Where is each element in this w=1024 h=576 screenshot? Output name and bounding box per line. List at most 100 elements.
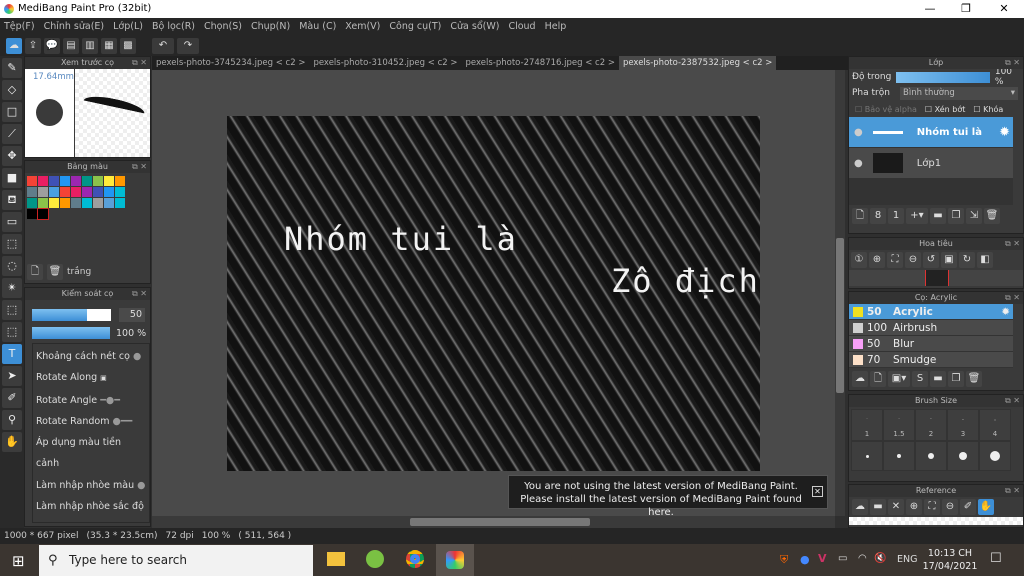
zoom-out-icon[interactable]: ⊖	[942, 499, 958, 515]
eyedropper-tool-icon[interactable]: ⚲	[2, 410, 22, 430]
visibility-icon[interactable]: ●	[854, 158, 863, 169]
search-input[interactable]: ⚲ Type here to search	[39, 545, 313, 576]
new-folder-icon[interactable]: ▬	[930, 208, 946, 224]
brush-size-cell[interactable]	[883, 441, 915, 471]
color-swatch[interactable]	[27, 187, 37, 197]
brush-item[interactable]: 50 Acrylic ✹	[849, 304, 1013, 320]
color-swatch[interactable]	[38, 187, 48, 197]
color-swatch[interactable]	[71, 198, 81, 208]
canvas-text-2[interactable]: Zô địch	[611, 262, 760, 300]
color-swatch[interactable]	[71, 176, 81, 186]
canvas-text-1[interactable]: Nhóm tui là	[284, 220, 518, 258]
color-swatch[interactable]	[38, 198, 48, 208]
visibility-icon[interactable]: ●	[854, 127, 863, 138]
delete-layer-icon[interactable]: 🗑	[984, 208, 1000, 224]
menu-tools[interactable]: Công cụ(T)	[389, 18, 441, 36]
history-icon[interactable]: ▦	[101, 38, 117, 54]
grid-settings-icon[interactable]: ▩	[120, 38, 136, 54]
menu-edit[interactable]: Chỉnh sửa(E)	[44, 18, 105, 36]
zoom-in-icon[interactable]: ⊕	[906, 499, 922, 515]
panel-close-icon[interactable]: ⧉ ✕	[1005, 485, 1020, 497]
option-blur-hue[interactable]: Làm nhập nhòe sắc độ	[36, 496, 146, 517]
rotate-right-icon[interactable]: ↻	[959, 252, 975, 268]
fit-icon[interactable]: ⛶	[924, 499, 940, 515]
zalo-icon[interactable]: ●	[800, 553, 810, 566]
panel-close-icon[interactable]: ⧉ ✕	[132, 57, 147, 69]
color-swatch[interactable]	[115, 176, 125, 186]
layer-row-group[interactable]: ● Nhóm tui là ✹	[849, 117, 1013, 148]
color-swatch[interactable]	[60, 176, 70, 186]
brush-size-cell[interactable]: · 2	[915, 409, 947, 441]
hand-icon[interactable]: ✋	[978, 499, 994, 515]
fit-icon[interactable]: ⛶	[887, 252, 903, 268]
brush-size-cell[interactable]: · 1.5	[883, 409, 915, 441]
color-swatch[interactable]	[93, 176, 103, 186]
option-rotate-random[interactable]: Rotate Random ●━━	[36, 411, 146, 432]
close-button[interactable]: ✕	[986, 0, 1022, 18]
add-layer-menu-icon[interactable]: +▾	[906, 208, 928, 224]
blend-mode-select[interactable]: Bình thường ▾	[900, 86, 1018, 100]
undo-icon[interactable]: ↶	[152, 38, 174, 54]
brush-size-slider[interactable]	[32, 309, 111, 321]
shield-icon[interactable]: ⛨	[780, 553, 788, 567]
color-swatch[interactable]	[27, 198, 37, 208]
comment-icon[interactable]: 💬	[44, 38, 60, 54]
mute-icon[interactable]: 🔇	[874, 553, 886, 564]
select-eraser-tool-icon[interactable]: ⬚	[2, 322, 22, 342]
duplicate-brush-icon[interactable]: ❐	[948, 371, 964, 387]
brush-size-cell[interactable]	[947, 441, 979, 471]
brush-tool-icon[interactable]: ✎	[2, 58, 22, 78]
brush-size-cell[interactable]	[915, 441, 947, 471]
rectangle-tool-icon[interactable]: □	[2, 102, 22, 122]
select-pen-tool-icon[interactable]: ⬚	[2, 300, 22, 320]
zoom-out-icon[interactable]: ⊖	[905, 252, 921, 268]
brush-size-cell[interactable]	[851, 441, 883, 471]
eraser-tool-icon[interactable]: ◇	[2, 80, 22, 100]
color-swatch[interactable]	[27, 176, 37, 186]
lasso-tool-icon[interactable]: ◌	[2, 256, 22, 276]
new-1bit-layer-icon[interactable]: 1	[888, 208, 904, 224]
message-icon[interactable]: ▤	[63, 38, 79, 54]
color-swatch[interactable]	[115, 187, 125, 197]
clock[interactable]: 10:13 CH 17/04/2021	[922, 547, 978, 573]
panel-close-icon[interactable]: ⧉ ✕	[1005, 292, 1020, 304]
close-reference-icon[interactable]: ✕	[888, 499, 904, 515]
notice-close-button[interactable]: ✕	[812, 486, 823, 497]
tab-document-4[interactable]: pexels-photo-2387532.jpeg < c2 >	[618, 56, 777, 70]
color-swatch[interactable]	[93, 187, 103, 197]
new-8bit-layer-icon[interactable]: 8	[870, 208, 886, 224]
new-palette-color-icon[interactable]: 🗋	[27, 264, 43, 280]
fill-rect-tool-icon[interactable]: ■	[2, 168, 22, 188]
tab-document-2[interactable]: pexels-photo-310452.jpeg < c2 >	[309, 56, 461, 70]
brush-item[interactable]: 100 Airbrush	[849, 320, 1013, 336]
maximize-button[interactable]: ❐	[948, 0, 984, 18]
panel-close-icon[interactable]: ⧉ ✕	[1005, 57, 1020, 69]
option-rotate-along[interactable]: Rotate Along ▣	[36, 367, 146, 389]
hand-tool-icon[interactable]: ✋	[2, 432, 22, 452]
minimize-button[interactable]: —	[912, 0, 948, 18]
delete-color-icon[interactable]: 🗑	[47, 264, 63, 280]
reset-view-icon[interactable]: ▣	[941, 252, 957, 268]
share-icon[interactable]: ⇪	[25, 38, 41, 54]
wifi-icon[interactable]: ◠	[858, 553, 867, 564]
lock-checkbox[interactable]: ☐ Khóa	[973, 105, 1003, 114]
panel-close-icon[interactable]: ⧉ ✕	[1005, 238, 1020, 250]
menu-cloud[interactable]: Cloud	[508, 18, 535, 36]
layer-row-layer1[interactable]: ● Lớp1	[849, 148, 1013, 179]
panel-close-icon[interactable]: ⧉ ✕	[1005, 395, 1020, 407]
color-swatch[interactable]	[82, 198, 92, 208]
tab-document-3[interactable]: pexels-photo-2748716.jpeg < c2 >	[462, 56, 619, 70]
update-notice[interactable]: You are not using the latest version of …	[508, 475, 828, 518]
color-swatch[interactable]	[49, 187, 59, 197]
panel-close-icon[interactable]: ⧉ ✕	[132, 288, 147, 300]
canvas-image[interactable]: Nhóm tui là Zô địch	[227, 116, 760, 471]
navigator-preview[interactable]	[849, 270, 1023, 286]
brush-size-cell[interactable]	[979, 441, 1011, 471]
brush-size-cell[interactable]: · 3	[947, 409, 979, 441]
chrome-icon[interactable]	[406, 550, 424, 568]
color-swatch[interactable]	[27, 209, 37, 219]
color-swatch[interactable]	[49, 198, 59, 208]
panel-close-icon[interactable]: ⧉ ✕	[132, 161, 147, 173]
color-swatch[interactable]	[82, 176, 92, 186]
option-blur-color[interactable]: Làm nhập nhòe màu ●	[36, 475, 146, 496]
